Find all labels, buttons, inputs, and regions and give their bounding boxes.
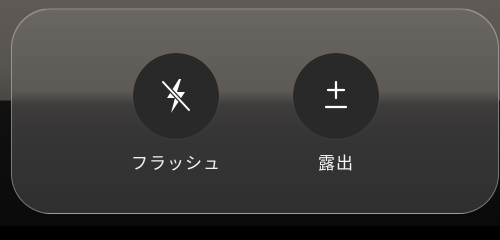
flash-control[interactable]: フラッシュ — [116, 53, 236, 175]
exposure-plus-minus-icon — [324, 80, 348, 109]
camera-options-panel: フラッシュ 露出 — [11, 8, 499, 214]
flash-button[interactable] — [133, 53, 219, 139]
exposure-control[interactable]: 露出 — [276, 53, 396, 175]
flash-label: フラッシュ — [131, 154, 221, 174]
exposure-button[interactable] — [293, 53, 379, 139]
exposure-label: 露出 — [318, 154, 354, 174]
flash-off-icon — [160, 79, 192, 113]
